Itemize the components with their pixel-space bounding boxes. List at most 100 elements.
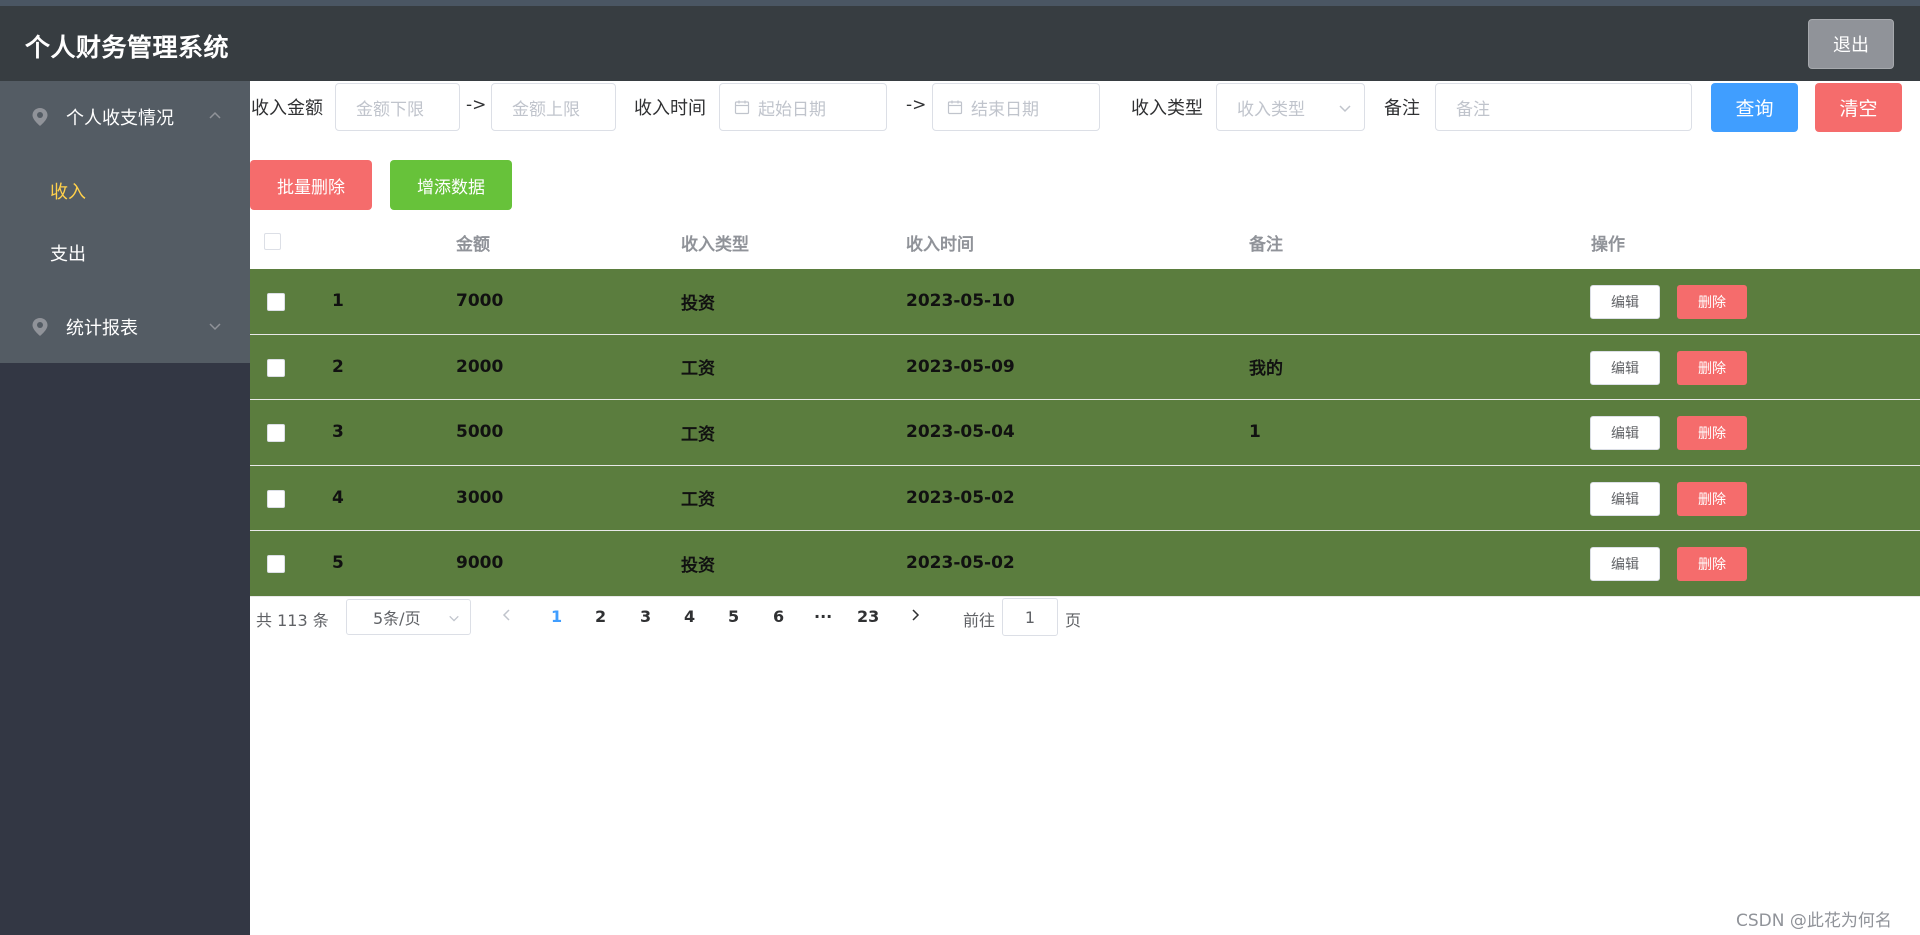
sidebar-menu: 个人收支情况 收入 支出 统计报表 [0,81,250,363]
app-header: 个人财务管理系统 退出 [0,6,1920,81]
table-row: 5 9000 投资 2023-05-02 编辑 删除 [250,531,1920,597]
sidebar-item-income[interactable]: 收入 [0,160,250,222]
cell-amount: 7000 [456,291,504,311]
column-header-ops: 操作 [1591,234,1625,255]
amount-min-input[interactable]: 金额下限 [335,83,460,131]
delete-button[interactable]: 删除 [1677,547,1747,582]
page-button-2[interactable]: 2 [595,607,606,626]
page-size-value: 5条/页 [373,609,421,628]
calendar-icon [947,100,963,115]
cell-amount: 2000 [456,356,504,377]
page-button-1[interactable]: 1 [551,607,562,626]
cell-type: 投资 [681,293,715,314]
table-row: 3 5000 工资 2023-05-04 1 编辑 删除 [250,400,1920,466]
table-row: 1 7000 投资 2023-05-10 编辑 删除 [250,269,1920,335]
note-placeholder: 备注 [1456,99,1490,120]
cell-type: 工资 [681,490,715,511]
delete-button[interactable]: 删除 [1677,350,1747,385]
sidebar-item-expense[interactable]: 支出 [0,222,250,284]
chevron-up-icon [209,111,221,119]
edit-button[interactable]: 编辑 [1590,481,1660,516]
edit-button[interactable]: 编辑 [1590,547,1660,582]
cell-time: 2023-05-04 [906,422,1015,443]
amount-max-placeholder: 金额上限 [512,99,580,120]
page-button-4[interactable]: 4 [684,607,695,626]
row-checkbox[interactable] [267,358,285,377]
note-input[interactable]: 备注 [1435,83,1692,131]
chevron-down-icon [209,323,221,331]
select-all-checkbox[interactable] [264,233,281,250]
chevron-down-icon [449,615,459,622]
row-checkbox[interactable] [267,293,285,311]
type-select-placeholder: 收入类型 [1237,99,1305,120]
page-size-select[interactable]: 5条/页 [346,599,471,635]
chevron-left-icon[interactable] [500,608,514,622]
row-index: 5 [332,553,344,574]
app-title: 个人财务管理系统 [25,33,230,62]
row-checkbox[interactable] [267,555,285,574]
column-header-type: 收入类型 [681,234,749,255]
sidebar-group-finance[interactable]: 个人收支情况 [0,81,250,153]
row-index: 2 [332,356,344,377]
end-date-input[interactable]: 结束日期 [932,83,1100,131]
time-filter-label: 收入时间 [634,98,706,119]
table-header: 金额 收入类型 收入时间 备注 操作 [250,215,1920,269]
pagination: 共 113 条 5条/页 1 2 3 4 5 6 ··· 23 前往 1 页 [250,597,1250,637]
edit-button[interactable]: 编辑 [1590,416,1660,451]
goto-page-input[interactable]: 1 [1002,598,1058,636]
sidebar-group-label: 统计报表 [66,318,138,339]
amount-filter-label: 收入金额 [251,98,323,119]
row-index: 3 [332,422,344,443]
edit-button[interactable]: 编辑 [1590,285,1660,319]
row-index: 1 [332,291,344,311]
end-date-placeholder: 结束日期 [971,99,1039,120]
note-filter-label: 备注 [1384,98,1420,119]
delete-button[interactable]: 删除 [1677,481,1747,516]
page-button-5[interactable]: 5 [728,607,739,626]
column-header-time: 收入时间 [906,234,974,255]
cell-time: 2023-05-09 [906,356,1015,377]
chevron-down-icon [1339,105,1351,113]
start-date-input[interactable]: 起始日期 [719,83,887,131]
amount-max-input[interactable]: 金额上限 [491,83,616,131]
cell-time: 2023-05-02 [906,487,1015,508]
logout-button[interactable]: 退出 [1808,19,1894,69]
page-button-6[interactable]: 6 [773,607,784,626]
chevron-right-icon[interactable] [908,608,922,622]
location-pin-icon [32,318,48,336]
page-button-3[interactable]: 3 [640,607,651,626]
cell-time: 2023-05-02 [906,553,1015,574]
row-checkbox[interactable] [267,489,285,508]
pagination-total: 共 113 条 [256,611,329,630]
cell-type: 工资 [681,359,715,380]
cell-amount: 3000 [456,487,504,508]
goto-label: 前往 [963,611,996,630]
delete-button[interactable]: 删除 [1677,416,1747,451]
cell-amount: 9000 [456,553,504,574]
row-checkbox[interactable] [267,424,285,443]
clear-button[interactable]: 清空 [1815,83,1902,132]
edit-button[interactable]: 编辑 [1590,350,1660,385]
cell-time: 2023-05-10 [906,291,1015,311]
sidebar-group-label: 个人收支情况 [66,108,174,129]
page-ellipsis[interactable]: ··· [814,607,832,626]
table-body: 1 7000 投资 2023-05-10 编辑 删除 2 2000 工资 202… [250,269,1920,597]
start-date-placeholder: 起始日期 [758,99,826,120]
delete-button[interactable]: 删除 [1677,285,1747,319]
watermark: CSDN @此花为何名 [1736,911,1892,931]
column-header-amount: 金额 [456,234,490,255]
type-select[interactable]: 收入类型 [1216,83,1365,131]
cell-note: 我的 [1249,359,1283,380]
query-button[interactable]: 查询 [1711,83,1798,132]
cell-type: 工资 [681,424,715,445]
table-row: 2 2000 工资 2023-05-09 我的 编辑 删除 [250,334,1920,401]
location-pin-icon [32,108,48,126]
add-data-button[interactable]: 增添数据 [390,160,512,210]
batch-delete-button[interactable]: 批量删除 [250,160,372,210]
amount-range-separator: -> [466,95,487,115]
sidebar-group-reports[interactable]: 统计报表 [0,291,250,363]
page-button-23[interactable]: 23 [857,607,879,626]
calendar-icon [734,100,750,115]
type-filter-label: 收入类型 [1131,98,1203,119]
column-header-note: 备注 [1249,234,1283,255]
